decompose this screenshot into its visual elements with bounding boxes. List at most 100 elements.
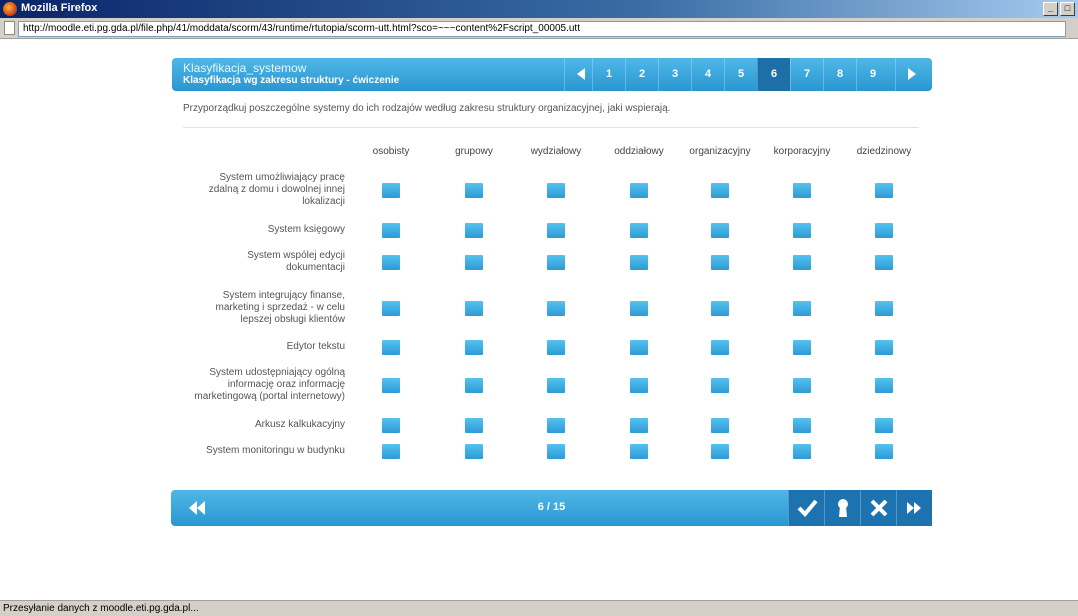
arrow-left-icon: [577, 68, 585, 81]
window-title: Mozilla Firefox: [21, 2, 98, 14]
row-label-line: System księgowy: [267, 224, 345, 235]
matrix-cell[interactable]: [711, 183, 729, 198]
matrix-cell[interactable]: [875, 444, 893, 459]
matrix-cell[interactable]: [547, 183, 565, 198]
matrix-cell[interactable]: [547, 378, 565, 393]
matrix-cell[interactable]: [382, 418, 400, 433]
instruction-text: Przyporządkuj poszczególne systemy do ic…: [183, 103, 671, 114]
matrix-cell[interactable]: [875, 340, 893, 355]
matrix-cell[interactable]: [711, 418, 729, 433]
row-label: System księgowy: [175, 224, 345, 236]
matrix-cell[interactable]: [875, 418, 893, 433]
matrix-cell[interactable]: [793, 378, 811, 393]
row-label-line: System umożliwiający pracę: [219, 172, 345, 183]
column-header: oddziałowy: [614, 146, 664, 157]
next-section-button[interactable]: [896, 490, 932, 526]
matrix-cell[interactable]: [793, 183, 811, 198]
matrix-cell[interactable]: [711, 301, 729, 316]
window-titlebar: Mozilla Firefox _ □: [0, 0, 1078, 18]
page-tab-7[interactable]: 7: [790, 58, 823, 91]
matrix-cell[interactable]: [711, 223, 729, 238]
matrix-cell[interactable]: [465, 340, 483, 355]
matrix-cell[interactable]: [630, 444, 648, 459]
matrix-cell[interactable]: [711, 378, 729, 393]
page-tab-5[interactable]: 5: [724, 58, 757, 91]
matrix-cell[interactable]: [793, 301, 811, 316]
matrix-cell[interactable]: [547, 340, 565, 355]
matrix-cell[interactable]: [382, 301, 400, 316]
matrix-cell[interactable]: [382, 255, 400, 270]
matrix-cell[interactable]: [630, 183, 648, 198]
matrix-cell[interactable]: [875, 223, 893, 238]
check-button[interactable]: [788, 490, 824, 526]
page-tab-8[interactable]: 8: [823, 58, 856, 91]
matrix-cell[interactable]: [793, 418, 811, 433]
matrix-cell[interactable]: [382, 378, 400, 393]
matrix-cell[interactable]: [875, 255, 893, 270]
row-label-line: lokalizacji: [302, 196, 345, 207]
matrix-cell[interactable]: [465, 301, 483, 316]
address-bar: http://moodle.eti.pg.gda.pl/file.php/41/…: [0, 18, 1078, 39]
column-header: osobisty: [372, 146, 410, 157]
matrix-cell[interactable]: [630, 223, 648, 238]
matrix-cell[interactable]: [875, 378, 893, 393]
page-tab-9[interactable]: 9: [856, 58, 889, 91]
matrix-cell[interactable]: [630, 340, 648, 355]
column-header: grupowy: [455, 146, 493, 157]
page-tab-6[interactable]: 6: [757, 58, 790, 91]
matrix-cell[interactable]: [465, 418, 483, 433]
row-label-line: marketingową (portal internetowy): [194, 391, 345, 402]
row-label: System udostępniający ogólną informację o…: [175, 367, 345, 403]
status-text: Przesyłanie danych z moodle.eti.pg.gda.p…: [3, 603, 199, 614]
matrix-cell[interactable]: [630, 378, 648, 393]
matrix-cell[interactable]: [793, 444, 811, 459]
hint-button[interactable]: [824, 490, 860, 526]
page-tab-4[interactable]: 4: [691, 58, 724, 91]
row-label-line: System integrujący finanse,: [222, 290, 345, 301]
matrix-cell[interactable]: [711, 444, 729, 459]
arrow-right-icon: [908, 68, 916, 81]
page-tab-1[interactable]: 1: [592, 58, 625, 91]
next-page-button[interactable]: [895, 58, 928, 91]
matrix-cell[interactable]: [630, 418, 648, 433]
row-label-line: zdalną z domu i dowolnej innej: [208, 184, 345, 195]
matrix-cell[interactable]: [547, 301, 565, 316]
course-title: Klasyfikacja_systemow: [183, 61, 307, 75]
bookmark-star-icon[interactable]: ☆: [1064, 20, 1076, 34]
matrix-cell[interactable]: [875, 183, 893, 198]
row-label: System umożliwiający pracę zdalną z domu …: [175, 172, 345, 208]
matrix-cell[interactable]: [382, 444, 400, 459]
matrix-cell[interactable]: [382, 223, 400, 238]
matrix-cell[interactable]: [793, 255, 811, 270]
row-label-line: Edytor tekstu: [286, 341, 345, 352]
matrix-cell[interactable]: [630, 301, 648, 316]
minimize-button[interactable]: _: [1043, 2, 1058, 16]
matrix-cell[interactable]: [465, 255, 483, 270]
matrix-cell[interactable]: [793, 340, 811, 355]
url-field[interactable]: http://moodle.eti.pg.gda.pl/file.php/41/…: [18, 21, 1066, 37]
fast-forward-icon: [907, 502, 921, 514]
matrix-cell[interactable]: [382, 183, 400, 198]
reset-button[interactable]: [860, 490, 896, 526]
matrix-cell[interactable]: [382, 340, 400, 355]
column-header: organizacyjny: [689, 146, 751, 157]
page-tab-2[interactable]: 2: [625, 58, 658, 91]
page-tab-3[interactable]: 3: [658, 58, 691, 91]
matrix-cell[interactable]: [630, 255, 648, 270]
row-label-line: System monitoringu w budynku: [206, 445, 345, 456]
matrix-cell[interactable]: [547, 223, 565, 238]
lesson-header: Klasyfikacja_systemow Klasyfikacja wg za…: [172, 58, 932, 91]
matrix-cell[interactable]: [875, 301, 893, 316]
matrix-cell[interactable]: [465, 223, 483, 238]
check-icon: [797, 499, 818, 517]
matrix-cell[interactable]: [465, 444, 483, 459]
matrix-cell[interactable]: [465, 183, 483, 198]
matrix-cell[interactable]: [547, 444, 565, 459]
matrix-cell[interactable]: [547, 255, 565, 270]
matrix-cell[interactable]: [711, 340, 729, 355]
matrix-cell[interactable]: [711, 255, 729, 270]
matrix-cell[interactable]: [547, 418, 565, 433]
matrix-cell[interactable]: [793, 223, 811, 238]
maximize-button[interactable]: □: [1060, 2, 1075, 16]
matrix-cell[interactable]: [465, 378, 483, 393]
